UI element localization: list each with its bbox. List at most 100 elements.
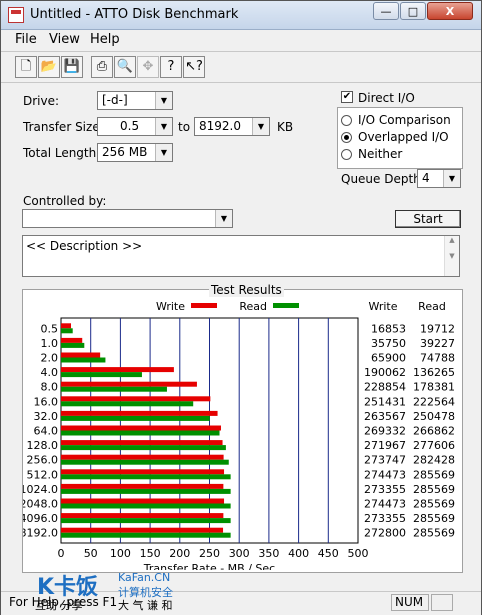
neither-radio[interactable] [341, 149, 352, 160]
watermark-tagline3: 大 气 谦 和 [118, 599, 173, 612]
read-value: 178381 [413, 381, 455, 394]
write-value: 274473 [364, 498, 406, 511]
read-bar [61, 488, 231, 494]
new-file-icon[interactable]: 🗋 [15, 56, 37, 78]
read-bar [61, 386, 167, 392]
chevron-down-icon[interactable]: ▼ [155, 118, 172, 135]
read-value: 285569 [413, 483, 455, 496]
write-bar [61, 323, 72, 329]
chevron-down-icon[interactable]: ▼ [155, 144, 172, 161]
category-label: 4096.0 [23, 512, 58, 525]
x-axis-label: Transfer Rate - MB / Sec [143, 562, 275, 570]
write-value: 274473 [364, 468, 406, 481]
context-help-icon[interactable]: ↖? [183, 56, 205, 78]
read-value: 19712 [420, 322, 455, 335]
transfer-size-to-value: 8192.0 [199, 119, 241, 133]
read-bar [61, 430, 220, 436]
write-value: 273355 [364, 483, 406, 496]
write-bar [61, 454, 224, 460]
write-value: 273747 [364, 454, 406, 467]
read-value: 39227 [420, 337, 455, 350]
title-bar[interactable]: Untitled - ATTO Disk Benchmark — □ X [1, 1, 481, 30]
chevron-down-icon[interactable]: ▼ [155, 92, 172, 109]
help-icon[interactable]: ? [160, 56, 182, 78]
minimize-button[interactable]: — [373, 2, 399, 20]
write-bar [61, 410, 218, 416]
overlapped-io-label: Overlapped I/O [358, 130, 449, 144]
chevron-down-icon[interactable]: ▼ [215, 210, 232, 227]
x-tick-label: 150 [140, 547, 161, 560]
menu-file[interactable]: File [15, 32, 37, 47]
queue-depth-label: Queue Depth: [341, 172, 425, 186]
legend-read-label: Read [239, 300, 267, 313]
maximize-button[interactable]: □ [400, 2, 426, 20]
read-bar [61, 474, 231, 480]
category-label: 256.0 [27, 454, 59, 467]
save-icon[interactable]: 💾 [61, 56, 83, 78]
total-length-label: Total Length: [23, 146, 101, 160]
category-label: 0.5 [41, 322, 59, 335]
write-bar [61, 469, 225, 475]
category-label: 8.0 [41, 381, 59, 394]
close-button[interactable]: X [427, 2, 473, 20]
transfer-size-from-select[interactable]: 0.5 ▼ [97, 117, 173, 136]
write-value: 251431 [364, 395, 406, 408]
to-label: to [178, 120, 191, 134]
x-tick-label: 300 [229, 547, 250, 560]
queue-depth-select[interactable]: 4 ▼ [417, 169, 461, 188]
write-value: 271967 [364, 439, 406, 452]
num-indicator: NUM [391, 594, 429, 611]
write-bar [61, 425, 221, 431]
description-scrollbar[interactable]: ▲ ▼ [444, 236, 459, 276]
read-bar [61, 518, 231, 524]
print-preview-icon[interactable]: 🔍 [114, 56, 136, 78]
write-bar [61, 483, 224, 489]
write-value: 228854 [364, 381, 406, 394]
menu-bar: File View Help [1, 30, 481, 50]
neither-label: Neither [358, 147, 403, 161]
write-bar [61, 337, 83, 343]
read-bar [61, 415, 210, 421]
category-label: 1024.0 [23, 483, 58, 496]
read-value: 282428 [413, 454, 455, 467]
chevron-down-icon[interactable]: ▼ [252, 118, 269, 135]
write-bar [61, 498, 225, 504]
x-tick-label: 50 [84, 547, 98, 560]
legend-write-swatch [191, 303, 217, 308]
read-value: 136265 [413, 366, 455, 379]
read-bar [61, 532, 231, 538]
direct-io-checkbox[interactable]: ✔ [341, 91, 353, 103]
move-icon: ✥ [137, 56, 159, 78]
category-label: 16.0 [34, 395, 59, 408]
category-label: 32.0 [34, 410, 59, 423]
write-value: 190062 [364, 366, 406, 379]
io-comparison-radio[interactable] [341, 115, 352, 126]
category-label: 1.0 [41, 337, 59, 350]
read-value: 74788 [420, 352, 455, 365]
drive-value: [-d-] [102, 93, 128, 107]
description-box[interactable]: << Description >> ▲ ▼ [22, 235, 460, 277]
write-bar [61, 352, 101, 358]
watermark-site: KaFan.CN [118, 571, 171, 584]
category-label: 64.0 [34, 425, 59, 438]
menu-view[interactable]: View [49, 32, 80, 47]
category-label: 8192.0 [23, 527, 58, 540]
app-icon[interactable] [8, 7, 24, 23]
chevron-down-icon[interactable]: ▼ [443, 170, 460, 187]
overlapped-io-radio[interactable] [341, 132, 352, 143]
menu-help[interactable]: Help [90, 32, 120, 47]
total-length-select[interactable]: 256 MB ▼ [97, 143, 173, 162]
start-button[interactable]: Start [395, 210, 461, 228]
drive-select[interactable]: [-d-] ▼ [97, 91, 173, 110]
print-icon[interactable]: ⎙ [91, 56, 113, 78]
legend-write-label: Write [156, 300, 185, 313]
read-bar [61, 372, 142, 378]
transfer-size-label: Transfer Size: [23, 120, 104, 134]
open-folder-icon[interactable]: 📂 [38, 56, 60, 78]
write-value: 16853 [371, 322, 406, 335]
read-bar [61, 328, 73, 334]
transfer-size-to-select[interactable]: 8192.0 ▼ [194, 117, 270, 136]
column-header-write: Write [368, 300, 397, 313]
x-tick-label: 500 [348, 547, 369, 560]
controlled-by-select[interactable]: ▼ [22, 209, 233, 228]
